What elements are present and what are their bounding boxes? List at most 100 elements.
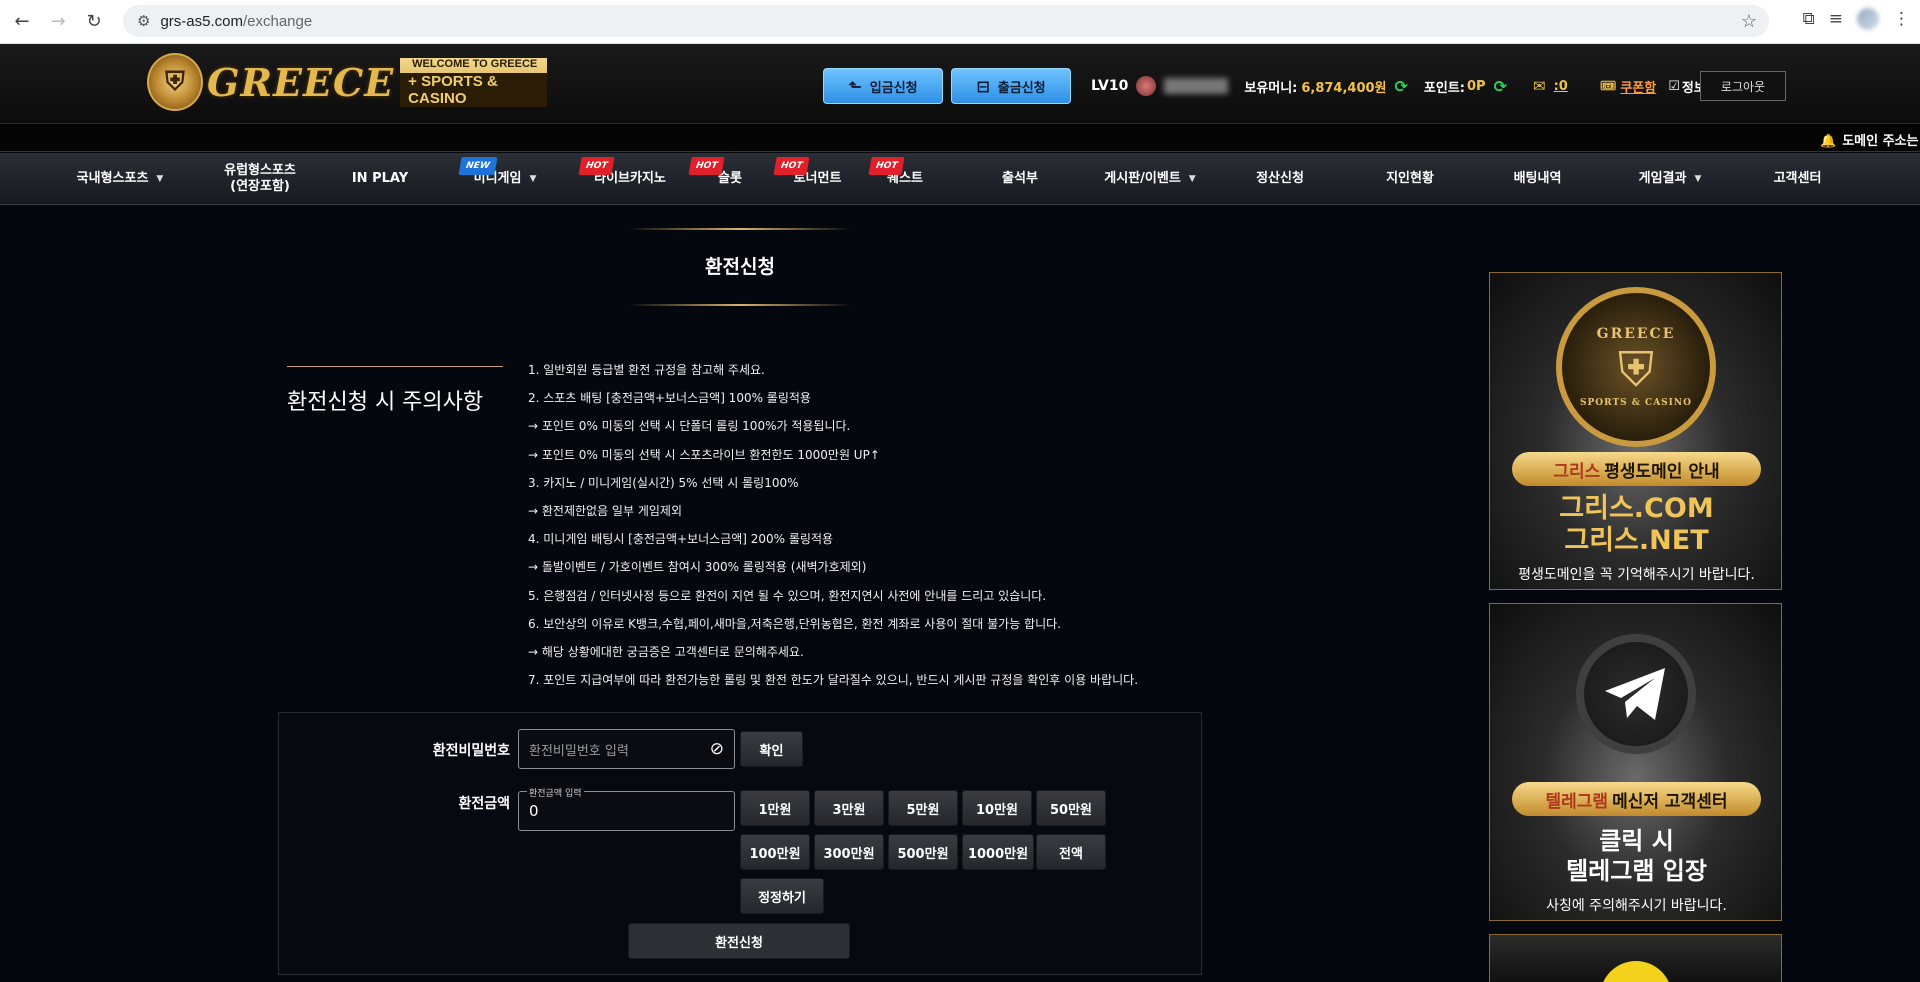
exchange-password-input[interactable]: 환전비밀번호 입력 ⊘ <box>518 729 735 769</box>
chevron-down-icon: ▼ <box>1694 174 1702 184</box>
quick-amount-button[interactable]: 전액 <box>1036 834 1106 870</box>
telegram-line1: 클릭 시 <box>1599 827 1674 855</box>
profile-avatar[interactable] <box>1857 8 1879 30</box>
nav-item-label: 고객센터 <box>1773 171 1822 186</box>
telegram-banner[interactable]: 텔레그램 메신저 고객센터 클릭 시 텔레그램 입장 사칭에 주의해주시기 바랍… <box>1489 603 1782 921</box>
quick-amount-button[interactable]: 5만원 <box>888 790 958 826</box>
nav-badge: HOT <box>578 157 615 175</box>
nav-badge: HOT <box>773 157 810 175</box>
quick-amount-button[interactable]: 10만원 <box>962 790 1032 826</box>
nav-item-label: IN PLAY <box>351 171 409 186</box>
logo-text: GREECE <box>207 59 395 105</box>
telegram-pill: 텔레그램 메신저 고객센터 <box>1512 782 1761 816</box>
nav-badge: NEW <box>458 157 498 175</box>
amount-float-label: 환전금액 입력 <box>527 786 584 799</box>
nav-item-7[interactable]: 퀘스트 HOT <box>860 153 950 205</box>
extensions-icon[interactable]: ⧉ <box>1803 9 1815 29</box>
password-label: 환전비밀번호 <box>432 743 510 759</box>
back-icon[interactable]: ← <box>8 8 36 36</box>
logo-badge: WELCOME TO GREECE + SPORTS & CASINO <box>400 58 547 107</box>
logo-badge-line2: + SPORTS & CASINO <box>400 72 547 107</box>
nav-item-9[interactable]: 게시판/이벤트 ▼ <box>1090 153 1210 205</box>
notice-item: → 포인트 0% 미동의 선택 시 단폴더 롤링 100%가 적용됩니다. <box>528 419 851 434</box>
logout-button[interactable]: 로그아웃 <box>1700 71 1786 101</box>
password-confirm-button[interactable]: 확인 <box>740 731 803 767</box>
domain-line2: 그리스.NET <box>1564 525 1709 556</box>
notice-heading: 환전신청 시 주의사항 <box>287 390 484 415</box>
notice-item: 6. 보안상의 이유로 K뱅크,수협,페이,새마을,저축은행,단위농협은, 환전… <box>528 616 1061 631</box>
nav-item-4[interactable]: 라이브카지노 HOT <box>570 153 690 205</box>
quick-amount-button[interactable]: 3만원 <box>814 790 884 826</box>
notice-item: → 해당 상황에대한 궁금증은 고객센터로 문의해주세요. <box>528 644 804 659</box>
nav-item-3[interactable]: 미니게임 ▼ NEW <box>450 153 560 205</box>
nav-item-2[interactable]: IN PLAY <box>330 153 430 205</box>
point-refresh-icon[interactable]: ⟳ <box>1494 77 1507 96</box>
nav-item-label: 게임결과 <box>1638 171 1687 186</box>
telegram-line2: 텔레그램 입장 <box>1566 857 1707 885</box>
telegram-pill-text: 메신저 고객센터 <box>1612 791 1728 812</box>
notice-item: → 환전제한없음 일부 게임제외 <box>528 503 682 518</box>
reload-icon[interactable]: ↻ <box>80 8 108 36</box>
nav-item-8[interactable]: 출석부 <box>970 153 1070 205</box>
point-value: 0P <box>1467 78 1486 94</box>
browser-actions: ⧉ ≡ ⋮ <box>1803 8 1910 30</box>
telegram-plane-icon <box>1605 668 1665 720</box>
notice-item: 2. 스포츠 배팅 [충전금액+보너스금액] 100% 롤링적용 <box>528 391 811 406</box>
quick-amount-button[interactable]: 300만원 <box>814 834 884 870</box>
reset-button[interactable]: 정정하기 <box>740 878 824 914</box>
nav-badge: HOT <box>868 157 905 175</box>
nav-item-label: 출석부 <box>1002 171 1038 186</box>
third-banner[interactable] <box>1489 934 1782 982</box>
emblem-bottom-text: SPORTS & CASINO <box>1580 398 1692 408</box>
nav-item-13[interactable]: 게임결과 ▼ <box>1610 153 1730 205</box>
nav-item-12[interactable]: 배팅내역 <box>1485 153 1590 205</box>
media-icon[interactable]: ≡ <box>1829 9 1843 29</box>
domain-caption: 평생도메인을 꼭 기억해주시기 바랍니다. <box>1518 567 1755 583</box>
forward-icon[interactable]: → <box>44 8 72 36</box>
browser-toolbar: ← → ↻ ⚙ grs-as5.com/exchange ☆ ⧉ ≡ ⋮ <box>0 0 1920 44</box>
coupon-link[interactable]: 쿠폰함 <box>1620 77 1656 96</box>
url-host: grs-as5.com <box>160 12 243 30</box>
deposit-icon: ⬑ <box>848 76 862 96</box>
url-path: /exchange <box>242 12 313 30</box>
password-placeholder: 환전비밀번호 입력 <box>529 743 629 759</box>
nav-item-10[interactable]: 정산신청 <box>1230 153 1330 205</box>
nav-item-1[interactable]: 유럽형스포츠 (연장포함) <box>190 153 330 205</box>
quick-amount-button[interactable]: 100만원 <box>740 834 810 870</box>
deposit-button[interactable]: ⬑ 입금신청 <box>823 68 943 104</box>
domain-banner[interactable]: GREECE ⛨ SPORTS & CASINO 그리스 평생도메인 안내 그리… <box>1489 272 1782 590</box>
site-info-icon[interactable]: ⚙ <box>137 12 150 30</box>
nav-item-14[interactable]: 고객센터 <box>1745 153 1850 205</box>
bookmark-star-icon[interactable]: ☆ <box>1741 11 1757 32</box>
eye-slash-icon[interactable]: ⊘ <box>710 739 724 759</box>
quick-amount-button[interactable]: 1000만원 <box>962 834 1034 870</box>
nav-item-0[interactable]: 국내형스포츠 ▼ <box>50 153 190 205</box>
mail-count[interactable]: :0 <box>1554 79 1568 94</box>
user-name <box>1164 78 1229 94</box>
domain-pill-text: 평생도메인 안내 <box>1604 461 1720 482</box>
money-refresh-icon[interactable]: ⟳ <box>1395 77 1408 96</box>
notice-item: 5. 은행점검 / 인터넷사정 등으로 환전이 지연 될 수 있으며, 환전지연… <box>528 588 1047 603</box>
main-navigation: 국내형스포츠 ▼ 유럽형스포츠 (연장포함) IN PLAY 미니게임 ▼ NEW 라이브카지… <box>0 153 1920 205</box>
mail-icon[interactable]: ✉ <box>1533 77 1546 95</box>
domain-pill-accent: 그리스 <box>1553 461 1601 482</box>
exchange-submit-button[interactable]: 환전신청 <box>628 923 850 959</box>
nav-item-6[interactable]: 토너먼트 HOT <box>765 153 870 205</box>
quick-amount-button[interactable]: 50만원 <box>1036 790 1106 826</box>
withdraw-button[interactable]: ⊟ 출금신청 <box>951 68 1071 104</box>
chevron-down-icon: ▼ <box>529 174 537 184</box>
address-bar[interactable]: ⚙ grs-as5.com/exchange ☆ <box>123 5 1769 37</box>
profile-edit-icon: ☑ <box>1668 78 1680 94</box>
notice-ticker: 🔔 도메인 주소는 <box>0 124 1920 152</box>
bell-icon: 🔔 <box>1820 134 1837 149</box>
quick-amount-button[interactable]: 1만원 <box>740 790 810 826</box>
browser-menu-icon[interactable]: ⋮ <box>1893 9 1910 29</box>
nav-item-label: 지인현황 <box>1386 171 1434 186</box>
exchange-amount-input[interactable]: 환전금액 입력 0 <box>518 786 735 831</box>
nav-item-11[interactable]: 지인현황 <box>1360 153 1460 205</box>
telegram-circle <box>1576 634 1696 754</box>
telegram-caption: 사칭에 주의해주시기 바랍니다. <box>1546 898 1727 914</box>
quick-amount-button[interactable]: 500만원 <box>888 834 958 870</box>
site-logo[interactable]: ⛨ GREECE WELCOME TO GREECE + SPORTS & CA… <box>147 50 547 114</box>
amount-label: 환전금액 <box>458 796 510 812</box>
